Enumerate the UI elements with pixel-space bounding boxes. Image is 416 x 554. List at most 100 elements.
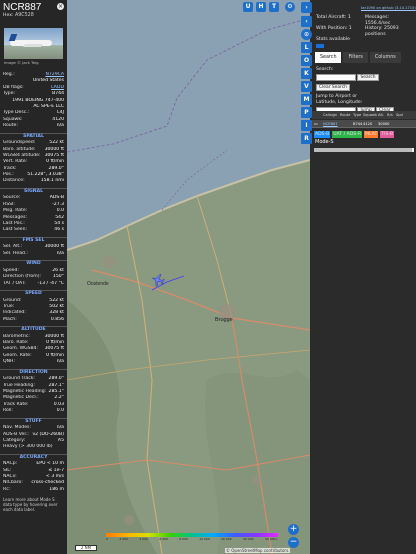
map-button-l[interactable]: L <box>301 42 312 53</box>
info-header: NCR887 Hex: A9C528 × <box>0 0 67 28</box>
section-stuff: STUFF <box>0 417 67 425</box>
speed-row: Mach: 0.856 <box>0 317 67 323</box>
with-position: With Position: 1 <box>316 26 352 31</box>
row-squawk: 4120 <box>363 122 373 126</box>
map-button-o[interactable]: O <box>301 55 312 66</box>
search-input[interactable] <box>316 74 356 81</box>
jump-label: Jump to Airport or Latitude, Longitude: <box>316 94 363 105</box>
panel-tabs: Search Filters Columns <box>315 52 403 63</box>
stats-available: Stats available <box>316 37 350 42</box>
section-altitude: ALTITUDE <box>0 326 67 333</box>
row-route <box>340 120 353 127</box>
altitude-ticks: 02 000 4 000 6 000 8 000 10 000 20 000 30 000 4… <box>106 537 278 541</box>
total-aircraft: Total Aircraft: 1 <box>316 15 351 20</box>
hex-label: Hex: <box>3 13 14 18</box>
map-button-v[interactable]: V <box>301 81 312 92</box>
speed-label: Mach: <box>3 316 17 322</box>
wind-row: TAT / OAT: -13 / -47 °C <box>0 281 67 287</box>
right-sidebar: tar1090 on github (3.14.1715) Total Airc… <box>312 0 416 554</box>
hex-line: Hex: A9C528 <box>3 13 64 19</box>
flag-icon: ▭ <box>314 121 318 126</box>
spatial-label: Distance: <box>3 178 25 184</box>
badge-uat[interactable]: UAT / ADS-R <box>332 131 363 138</box>
row-ft-s <box>387 120 396 127</box>
close-icon[interactable]: × <box>57 3 64 10</box>
signal-label: Last Seen: <box>3 227 28 233</box>
photo-credit[interactable]: Image © Jack Teig <box>4 60 39 66</box>
col-squawk[interactable]: Squawk <box>363 111 378 119</box>
map-button-t[interactable]: T <box>269 2 279 12</box>
map-button-m[interactable]: M <box>301 94 312 105</box>
section-direction: DIRECTION <box>0 368 67 376</box>
info-body: Reg.: N729CA United States DB flags: LADD … <box>0 72 67 512</box>
direction-value: 0.0 <box>56 408 64 414</box>
route-row: Route: n/a <box>3 123 64 129</box>
settings-gear-icon[interactable]: ⚙ <box>285 2 295 12</box>
badge-mlat[interactable]: MLAT <box>364 131 379 138</box>
wind-value: -13 / -47 °C <box>37 280 64 286</box>
map-attribution[interactable]: © OpenStreetMap contributors. <box>225 548 291 553</box>
aircraft-info-panel: NCR887 Hex: A9C528 × Image © Jack Teig R… <box>0 0 67 554</box>
tar1090-app: NCR887 Hex: A9C528 × Image © Jack Teig R… <box>0 0 416 554</box>
source-legend: ADS-B UAT / ADS-R MLAT TIS-B <box>314 131 396 138</box>
zoom-out-button[interactable]: − <box>288 537 299 548</box>
map-button-i[interactable]: I <box>301 120 312 131</box>
map-button-p[interactable]: P <box>301 107 312 118</box>
altitude-color-legend: 02 000 4 000 6 000 8 000 10 000 20 000 30 000 4… <box>106 533 278 541</box>
col-spd[interactable]: Spd <box>396 111 406 119</box>
map-button-u[interactable]: U <box>243 2 253 12</box>
reset-map-icon[interactable]: ⊙ <box>301 29 312 40</box>
fms-row: Sel. Head.: n/a <box>0 251 67 257</box>
col-route[interactable]: Route <box>340 111 353 119</box>
tab-search[interactable]: Search <box>315 52 342 63</box>
badge-adsb[interactable]: ADS-B <box>314 131 331 138</box>
hex-value: A9C528 <box>14 13 34 18</box>
search-form: Search: Search Clear Search Jump to Airp… <box>316 67 416 115</box>
fms-label: Sel. Head.: <box>3 250 28 256</box>
wind-label: TAT / OAT: <box>3 280 26 286</box>
spatial-value: 158.1 nmi <box>40 178 64 184</box>
row-type: B744 <box>353 122 363 126</box>
footer-note: Learn more about Mode S data type by hov… <box>3 497 58 513</box>
aircraft-photo[interactable] <box>4 28 63 59</box>
section-fms: FMS SEL <box>0 236 67 244</box>
stuff-value: A5 <box>57 437 64 443</box>
map-button-r[interactable]: R <box>301 133 312 144</box>
search-label: Search: <box>316 67 334 72</box>
collapse-chevron-icon[interactable]: ‹ <box>301 16 312 27</box>
stuff-row: Heavy (> 300 000 lb) <box>0 444 67 450</box>
place-oostende: Oostende <box>87 281 109 287</box>
signal-row: Last Seen: 46 s <box>0 227 67 233</box>
section-speed: SPEED <box>0 289 67 297</box>
table-header: Callsign Route Type Squawk Alt. ft/s Spd <box>312 111 416 119</box>
col-alt[interactable]: Alt. <box>378 111 387 119</box>
col-ft-s[interactable]: ft/s <box>387 111 396 119</box>
signal-value: 46 s <box>54 227 64 233</box>
github-link[interactable]: tar1090 on github (3.14.1715) <box>361 5 416 11</box>
col-type[interactable]: Type <box>353 111 363 119</box>
section-spatial: SPATIAL <box>0 132 67 140</box>
map-view[interactable]: Oostende Brugge <box>67 0 310 554</box>
altitude-value: n/a <box>56 359 64 365</box>
modes-label[interactable]: Mode-S <box>315 139 334 145</box>
tab-columns[interactable]: Columns <box>369 52 401 63</box>
place-brugge: Brugge <box>215 317 233 323</box>
clear-search-button[interactable]: Clear Search <box>316 84 350 91</box>
section-wind: WIND <box>0 260 67 267</box>
tab-filters[interactable]: Filters <box>343 52 368 63</box>
map-button-k[interactable]: K <box>301 68 312 79</box>
row-callsign[interactable]: NCR887 <box>323 120 340 127</box>
accuracy-label: Rc: <box>3 486 11 492</box>
col-callsign[interactable]: Callsign <box>323 111 340 119</box>
stats-toggle[interactable] <box>316 44 324 48</box>
zoom-in-button[interactable]: + <box>288 524 299 535</box>
badge-tisb[interactable]: TIS-B <box>380 131 395 138</box>
history-positions: History: 25093 positions <box>365 26 399 37</box>
map-canvas[interactable]: Oostende Brugge <box>67 0 310 554</box>
table-row[interactable]: ▭ NCR887 B744 4120 30000 <box>312 120 416 128</box>
horizontal-scrollbar[interactable] <box>314 148 414 152</box>
altitude-label: QNH: <box>3 359 16 365</box>
map-button-h[interactable]: H <box>256 2 266 12</box>
search-button[interactable]: Search <box>357 74 379 81</box>
sidebar-toggle-arrow-icon[interactable]: › <box>301 2 312 13</box>
